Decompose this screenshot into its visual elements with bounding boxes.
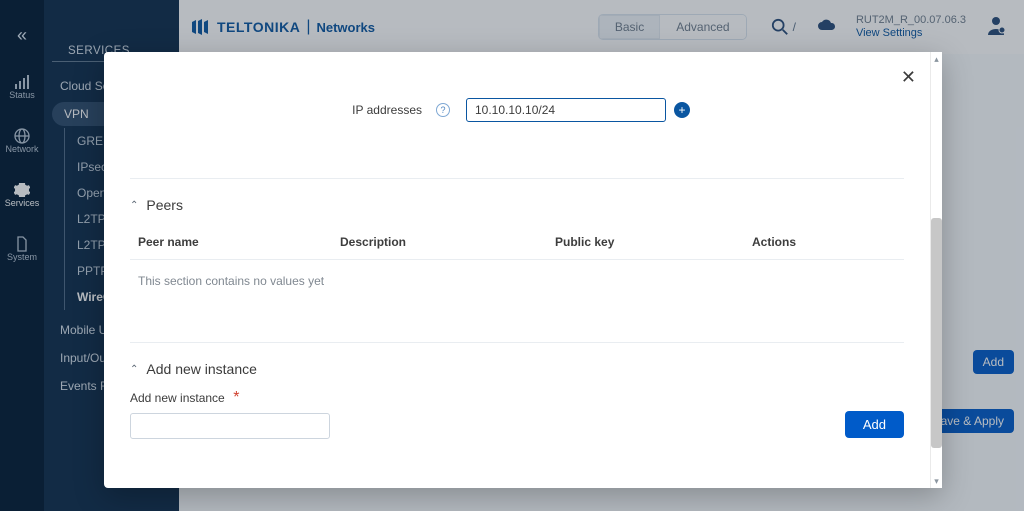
col-peer-name: Peer name (138, 235, 340, 249)
required-asterisk: * (233, 389, 239, 406)
add-instance-button[interactable]: Add (845, 411, 904, 438)
section-separator (130, 342, 904, 343)
ip-addresses-row: IP addresses ? + (130, 98, 904, 122)
wireguard-settings-modal: ✕ IP addresses ? + ⌃ Peers Peer name Des… (104, 52, 942, 488)
ip-addresses-label: IP addresses (130, 103, 430, 117)
help-icon[interactable]: ? (436, 103, 450, 117)
col-public-key: Public key (555, 235, 752, 249)
modal-close-button[interactable]: ✕ (901, 68, 916, 86)
close-icon: ✕ (901, 67, 916, 87)
peers-table: Peer name Description Public key Actions… (130, 225, 904, 302)
addnew-collapse-toggle[interactable]: ⌃ (130, 364, 138, 375)
peers-table-header: Peer name Description Public key Actions (130, 225, 904, 260)
modal-body: ✕ IP addresses ? + ⌃ Peers Peer name Des… (104, 52, 930, 488)
plus-icon: + (678, 103, 685, 117)
ip-address-input[interactable] (466, 98, 666, 122)
peers-empty-message: This section contains no values yet (130, 260, 904, 302)
scrollbar[interactable]: ▴ ▾ (930, 52, 942, 488)
scroll-thumb[interactable] (931, 218, 942, 448)
addnew-section-header: ⌃ Add new instance (130, 361, 904, 377)
add-ip-button[interactable]: + (674, 102, 690, 118)
scroll-down-arrow[interactable]: ▾ (931, 474, 942, 488)
col-description: Description (340, 235, 555, 249)
section-separator (130, 178, 904, 179)
peers-section-header: ⌃ Peers (130, 197, 904, 213)
scroll-up-arrow[interactable]: ▴ (931, 52, 942, 66)
col-actions: Actions (752, 235, 896, 249)
peers-title: Peers (146, 197, 183, 213)
add-button-row: Add (130, 411, 904, 438)
add-instance-section: ⌃ Add new instance Add new instance * Ad… (130, 361, 904, 438)
addnew-label: Add new instance (130, 391, 225, 405)
addnew-title: Add new instance (146, 361, 257, 377)
peers-collapse-toggle[interactable]: ⌃ (130, 200, 138, 211)
